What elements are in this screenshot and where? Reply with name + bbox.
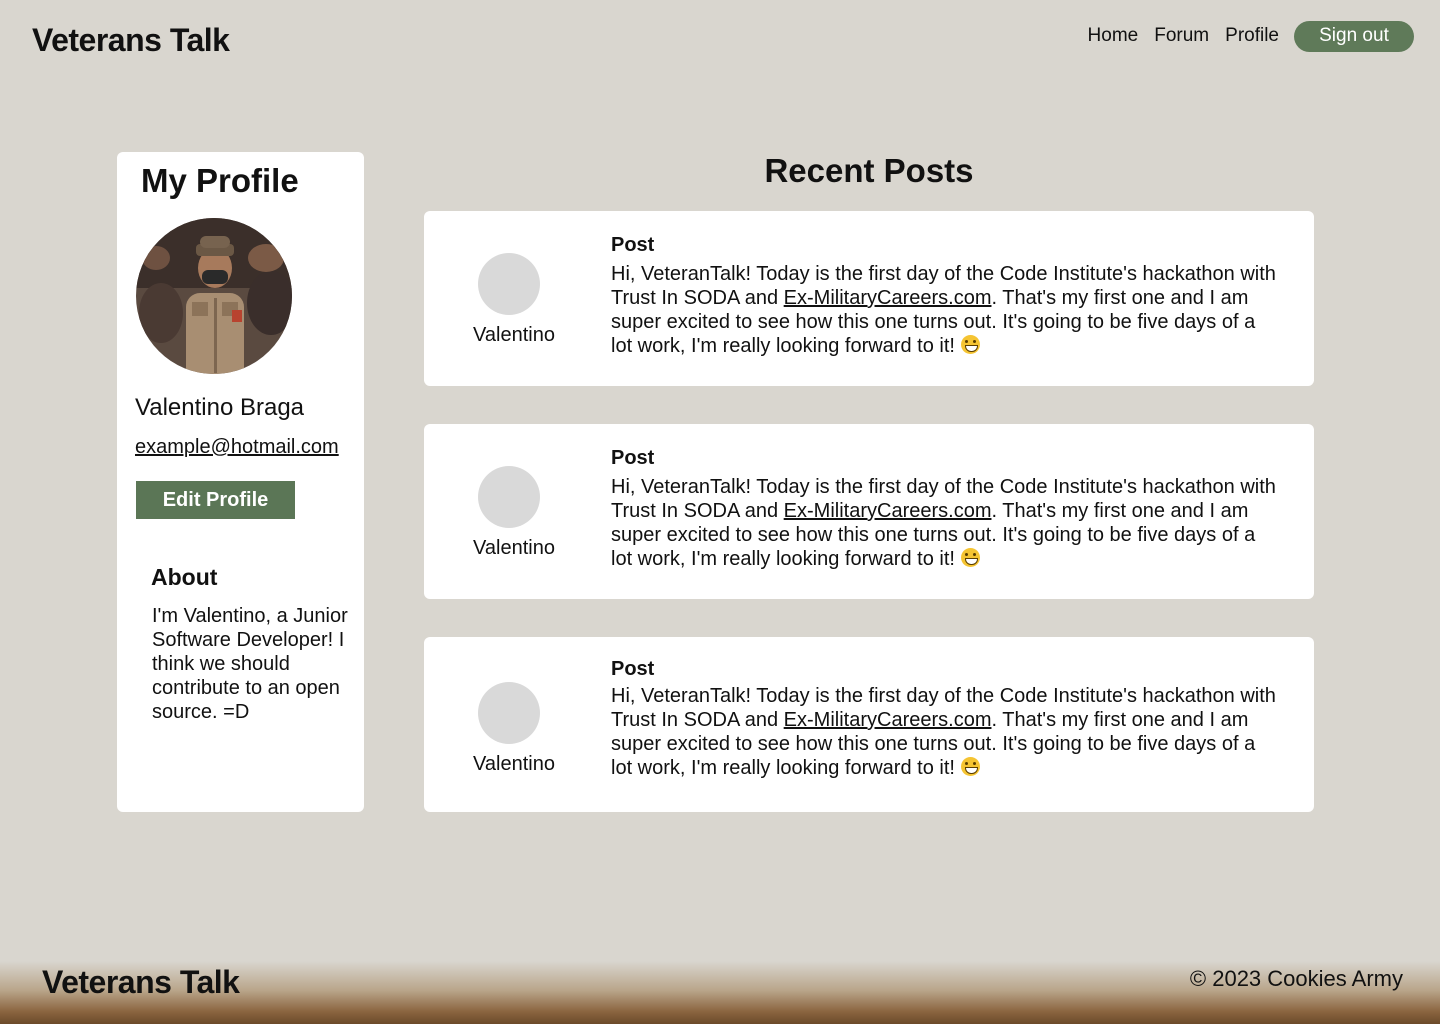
main-nav: Home Forum Profile Sign out [1072,20,1414,52]
profile-card: My Profile Valentino Braga example@hotma… [117,152,364,812]
post-body: Hi, VeteranTalk! Today is the first day … [611,684,1281,780]
profile-avatar [136,218,292,374]
profile-photo-image [136,218,292,374]
author-avatar [478,253,540,315]
nav-home-link[interactable]: Home [1088,20,1139,52]
post-card: Valentino Post Hi, VeteranTalk! Today is… [424,211,1314,386]
edit-profile-button[interactable]: Edit Profile [136,481,295,519]
recent-posts-heading: Recent Posts [764,152,974,189]
post-label: Post [611,447,655,469]
post-author: Valentino [473,324,555,346]
post-body: Hi, VeteranTalk! Today is the first day … [611,475,1281,571]
author-avatar [478,466,540,528]
profile-name: Valentino Braga [135,394,305,421]
post-card: Valentino Post Hi, VeteranTalk! Today is… [424,424,1314,599]
post-link[interactable]: Ex-MilitaryCareers.com [784,709,992,731]
about-text: I'm Valentino, a Junior Software Develop… [152,605,348,723]
post-body: Hi, VeteranTalk! Today is the first day … [611,262,1281,358]
grinning-face-icon [960,757,980,776]
nav-profile-link[interactable]: Profile [1225,20,1279,52]
sign-out-button[interactable]: Sign out [1294,20,1414,52]
grinning-face-icon [960,548,980,567]
footer: Veterans Talk © 2023 Cookies Army [0,940,1440,1024]
post-link[interactable]: Ex-MilitaryCareers.com [784,500,992,522]
post-label: Post [611,234,655,256]
grinning-face-icon [960,335,980,354]
footer-copyright: © 2023 Cookies Army [1189,966,1403,991]
post-link[interactable]: Ex-MilitaryCareers.com [784,287,992,309]
post-label: Post [611,658,655,680]
profile-email-link[interactable]: example@hotmail.com [135,436,339,459]
page: Veterans Talk Home Forum Profile Sign ou… [0,0,1440,1024]
post-author: Valentino [473,537,555,559]
profile-title: My Profile [141,162,299,199]
post-author: Valentino [473,753,555,775]
author-avatar [478,682,540,744]
about-heading: About [151,564,218,590]
site-logo[interactable]: Veterans Talk [32,22,230,59]
nav-forum-link[interactable]: Forum [1154,20,1209,52]
post-card: Valentino Post Hi, VeteranTalk! Today is… [424,637,1314,812]
footer-logo: Veterans Talk [42,964,240,1000]
